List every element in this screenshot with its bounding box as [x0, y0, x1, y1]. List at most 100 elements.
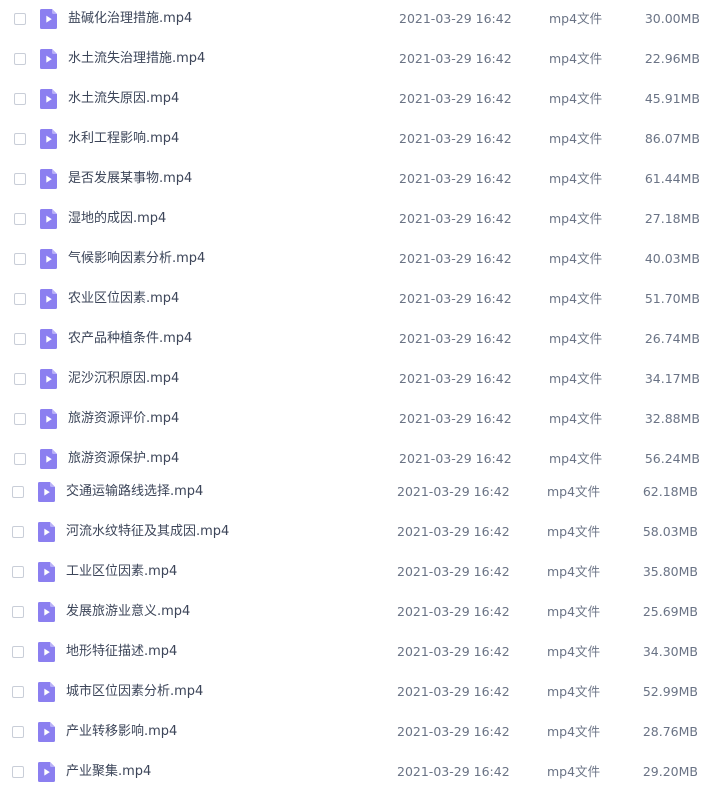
row-checkbox[interactable]	[14, 213, 26, 225]
file-name-link[interactable]: 地形特征描述.mp4	[66, 643, 177, 661]
file-size: 25.69MB	[642, 604, 698, 619]
row-checkbox[interactable]	[12, 686, 24, 698]
file-type: mp4文件	[549, 331, 603, 346]
file-row[interactable]: 产业聚集.mp4 2021-03-29 16:42 mp4文件 29.20MB	[0, 753, 723, 793]
file-type: mp4文件	[549, 411, 603, 426]
file-name-link[interactable]: 发展旅游业意义.mp4	[66, 603, 190, 621]
row-checkbox[interactable]	[12, 526, 24, 538]
file-name-link[interactable]: 盐碱化治理措施.mp4	[68, 10, 192, 28]
file-date: 2021-03-29 16:42	[397, 684, 510, 699]
row-checkbox[interactable]	[12, 566, 24, 578]
file-row[interactable]: 旅游资源评价.mp4 2021-03-29 16:42 mp4文件 32.88MB	[0, 400, 723, 440]
file-row[interactable]: 农产品种植条件.mp4 2021-03-29 16:42 mp4文件 26.74MB	[0, 320, 723, 360]
file-date: 2021-03-29 16:42	[399, 251, 512, 266]
file-row[interactable]: 交通运输路线选择.mp4 2021-03-29 16:42 mp4文件 62.18MB	[0, 473, 723, 513]
file-name-link[interactable]: 水土流失治理措施.mp4	[68, 50, 205, 68]
row-checkbox[interactable]	[12, 486, 24, 498]
file-row[interactable]: 工业区位因素.mp4 2021-03-29 16:42 mp4文件 35.80MB	[0, 553, 723, 593]
file-row[interactable]: 河流水纹特征及其成因.mp4 2021-03-29 16:42 mp4文件 58.03…	[0, 513, 723, 553]
file-name-link[interactable]: 水利工程影响.mp4	[68, 130, 179, 148]
file-row[interactable]: 气候影响因素分析.mp4 2021-03-29 16:42 mp4文件 40.03MB	[0, 240, 723, 280]
video-file-icon	[40, 369, 57, 389]
file-name-link[interactable]: 旅游资源保护.mp4	[68, 450, 179, 468]
file-date: 2021-03-29 16:42	[399, 91, 512, 106]
file-size: 61.44MB	[644, 171, 700, 186]
file-name-link[interactable]: 是否发展某事物.mp4	[68, 170, 192, 188]
file-name-link[interactable]: 交通运输路线选择.mp4	[66, 483, 203, 501]
file-name-link[interactable]: 农产品种植条件.mp4	[68, 330, 192, 348]
row-checkbox[interactable]	[12, 726, 24, 738]
file-name-link[interactable]: 城市区位因素分析.mp4	[66, 683, 203, 701]
file-name-link[interactable]: 水土流失原因.mp4	[68, 90, 179, 108]
file-size: 30.00MB	[644, 11, 700, 26]
file-row[interactable]: 农业区位因素.mp4 2021-03-29 16:42 mp4文件 51.70MB	[0, 280, 723, 320]
file-size: 22.96MB	[644, 51, 700, 66]
row-checkbox[interactable]	[14, 173, 26, 185]
file-type: mp4文件	[549, 251, 603, 266]
row-checkbox[interactable]	[12, 606, 24, 618]
video-file-icon	[40, 129, 57, 149]
video-file-icon	[38, 722, 55, 742]
file-size: 58.03MB	[642, 524, 698, 539]
video-file-icon	[40, 289, 57, 309]
row-checkbox[interactable]	[12, 766, 24, 778]
file-list: 盐碱化治理措施.mp4 2021-03-29 16:42 mp4文件 30.00MB 水…	[0, 0, 723, 794]
file-row[interactable]: 地形特征描述.mp4 2021-03-29 16:42 mp4文件 34.30MB	[0, 633, 723, 673]
file-size: 62.18MB	[642, 484, 698, 499]
file-name-link[interactable]: 旅游资源评价.mp4	[68, 410, 179, 428]
file-name-link[interactable]: 产业聚集.mp4	[66, 763, 151, 781]
row-checkbox[interactable]	[14, 293, 26, 305]
row-checkbox[interactable]	[14, 133, 26, 145]
video-file-icon	[40, 209, 57, 229]
file-row[interactable]: 盐碱化治理措施.mp4 2021-03-29 16:42 mp4文件 30.00MB	[0, 0, 723, 40]
file-row[interactable]: 是否发展某事物.mp4 2021-03-29 16:42 mp4文件 61.44MB	[0, 160, 723, 200]
row-checkbox[interactable]	[14, 53, 26, 65]
file-size: 35.80MB	[642, 564, 698, 579]
file-row[interactable]: 城市区位因素分析.mp4 2021-03-29 16:42 mp4文件 52.99MB	[0, 673, 723, 713]
row-checkbox[interactable]	[14, 413, 26, 425]
file-name-link[interactable]: 泥沙沉积原因.mp4	[68, 370, 179, 388]
row-checkbox[interactable]	[14, 453, 26, 465]
file-date: 2021-03-29 16:42	[397, 724, 510, 739]
video-file-icon	[40, 409, 57, 429]
file-name-link[interactable]: 工业区位因素.mp4	[66, 563, 177, 581]
file-date: 2021-03-29 16:42	[399, 51, 512, 66]
file-size: 28.76MB	[642, 724, 698, 739]
file-row[interactable]: 水利工程影响.mp4 2021-03-29 16:42 mp4文件 86.07MB	[0, 120, 723, 160]
row-checkbox[interactable]	[14, 13, 26, 25]
row-checkbox[interactable]	[12, 646, 24, 658]
file-row[interactable]: 泥沙沉积原因.mp4 2021-03-29 16:42 mp4文件 34.17MB	[0, 360, 723, 400]
file-row[interactable]: 水土流失原因.mp4 2021-03-29 16:42 mp4文件 45.91MB	[0, 80, 723, 120]
file-row[interactable]: 产业转移影响.mp4 2021-03-29 16:42 mp4文件 28.76MB	[0, 713, 723, 753]
file-type: mp4文件	[549, 11, 603, 26]
row-checkbox[interactable]	[14, 93, 26, 105]
file-name-link[interactable]: 产业转移影响.mp4	[66, 723, 177, 741]
file-size: 26.74MB	[644, 331, 700, 346]
file-size: 29.20MB	[642, 764, 698, 779]
file-date: 2021-03-29 16:42	[397, 484, 510, 499]
video-file-icon	[38, 562, 55, 582]
file-name-link[interactable]: 河流水纹特征及其成因.mp4	[66, 523, 229, 541]
video-file-icon	[38, 522, 55, 542]
file-row[interactable]: 水土流失治理措施.mp4 2021-03-29 16:42 mp4文件 22.96MB	[0, 40, 723, 80]
file-row[interactable]: 湿地的成因.mp4 2021-03-29 16:42 mp4文件 27.18MB	[0, 200, 723, 240]
file-type: mp4文件	[549, 51, 603, 66]
file-type: mp4文件	[547, 524, 601, 539]
file-type: mp4文件	[549, 211, 603, 226]
file-date: 2021-03-29 16:42	[397, 604, 510, 619]
file-date: 2021-03-29 16:42	[399, 411, 512, 426]
video-file-icon	[38, 682, 55, 702]
file-size: 45.91MB	[644, 91, 700, 106]
row-checkbox[interactable]	[14, 373, 26, 385]
file-name-link[interactable]: 农业区位因素.mp4	[68, 290, 179, 308]
file-name-link[interactable]: 湿地的成因.mp4	[68, 210, 166, 228]
row-checkbox[interactable]	[14, 333, 26, 345]
file-date: 2021-03-29 16:42	[399, 371, 512, 386]
file-type: mp4文件	[547, 604, 601, 619]
video-file-icon	[38, 762, 55, 782]
video-file-icon	[38, 482, 55, 502]
row-checkbox[interactable]	[14, 253, 26, 265]
file-name-link[interactable]: 气候影响因素分析.mp4	[68, 250, 205, 268]
file-type: mp4文件	[547, 644, 601, 659]
file-row[interactable]: 发展旅游业意义.mp4 2021-03-29 16:42 mp4文件 25.69MB	[0, 593, 723, 633]
